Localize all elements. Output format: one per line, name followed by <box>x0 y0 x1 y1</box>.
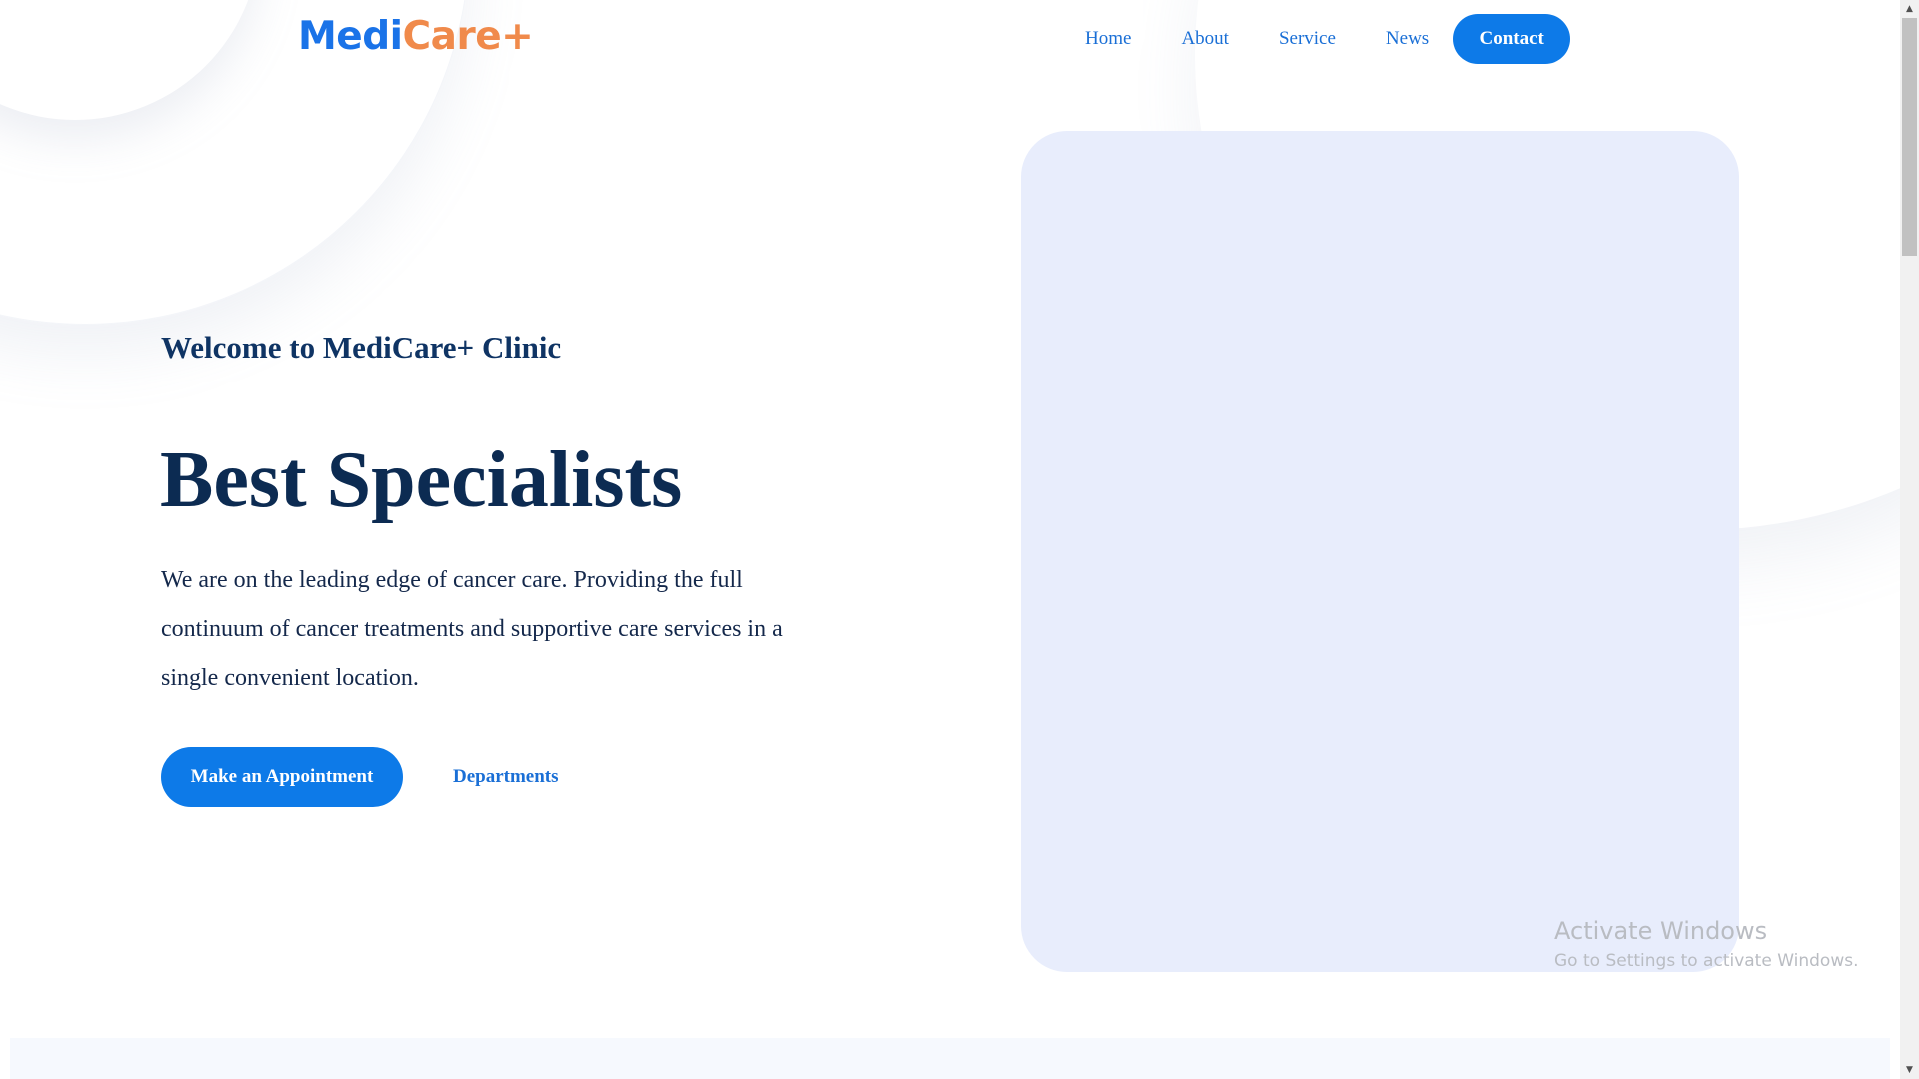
watermark-title: Activate Windows <box>1554 917 1768 945</box>
make-appointment-button[interactable]: Make an Appointment <box>161 747 403 807</box>
nav-home[interactable]: Home <box>1085 28 1131 50</box>
watermark-subtitle: Go to Settings to activate Windows. <box>1554 951 1859 971</box>
logo-text-care-plus: Care+ <box>402 14 534 59</box>
hero-description: We are on the leading edge of cancer car… <box>161 567 783 691</box>
next-section-strip <box>10 1038 1890 1079</box>
hero-welcome: Welcome to MediCare+ Clinic <box>161 330 562 365</box>
nav-service[interactable]: Service <box>1279 28 1336 50</box>
windows-activation-watermark: Activate Windows Go to Settings to activ… <box>1554 914 1859 974</box>
logo[interactable]: MediCare+ <box>298 12 534 62</box>
scroll-thumb[interactable] <box>1902 18 1917 256</box>
vertical-scrollbar[interactable]: ▲ ▼ <box>1900 0 1919 1079</box>
logo-text-medi: Medi <box>298 14 403 59</box>
contact-button[interactable]: Contact <box>1453 14 1571 64</box>
departments-link[interactable]: Departments <box>453 747 559 807</box>
page: MediCare+ Home About Service News Contac… <box>0 0 1900 1079</box>
nav-about[interactable]: About <box>1181 28 1229 50</box>
main-nav: Home About Service News Contact <box>1085 14 1571 64</box>
nav-news[interactable]: News <box>1386 28 1429 50</box>
hero-headline: Best Specialists <box>160 436 683 524</box>
scroll-up-arrow-icon[interactable]: ▲ <box>1900 0 1919 18</box>
hero-image-placeholder <box>1021 131 1739 972</box>
scroll-down-arrow-icon[interactable]: ▼ <box>1900 1061 1919 1079</box>
